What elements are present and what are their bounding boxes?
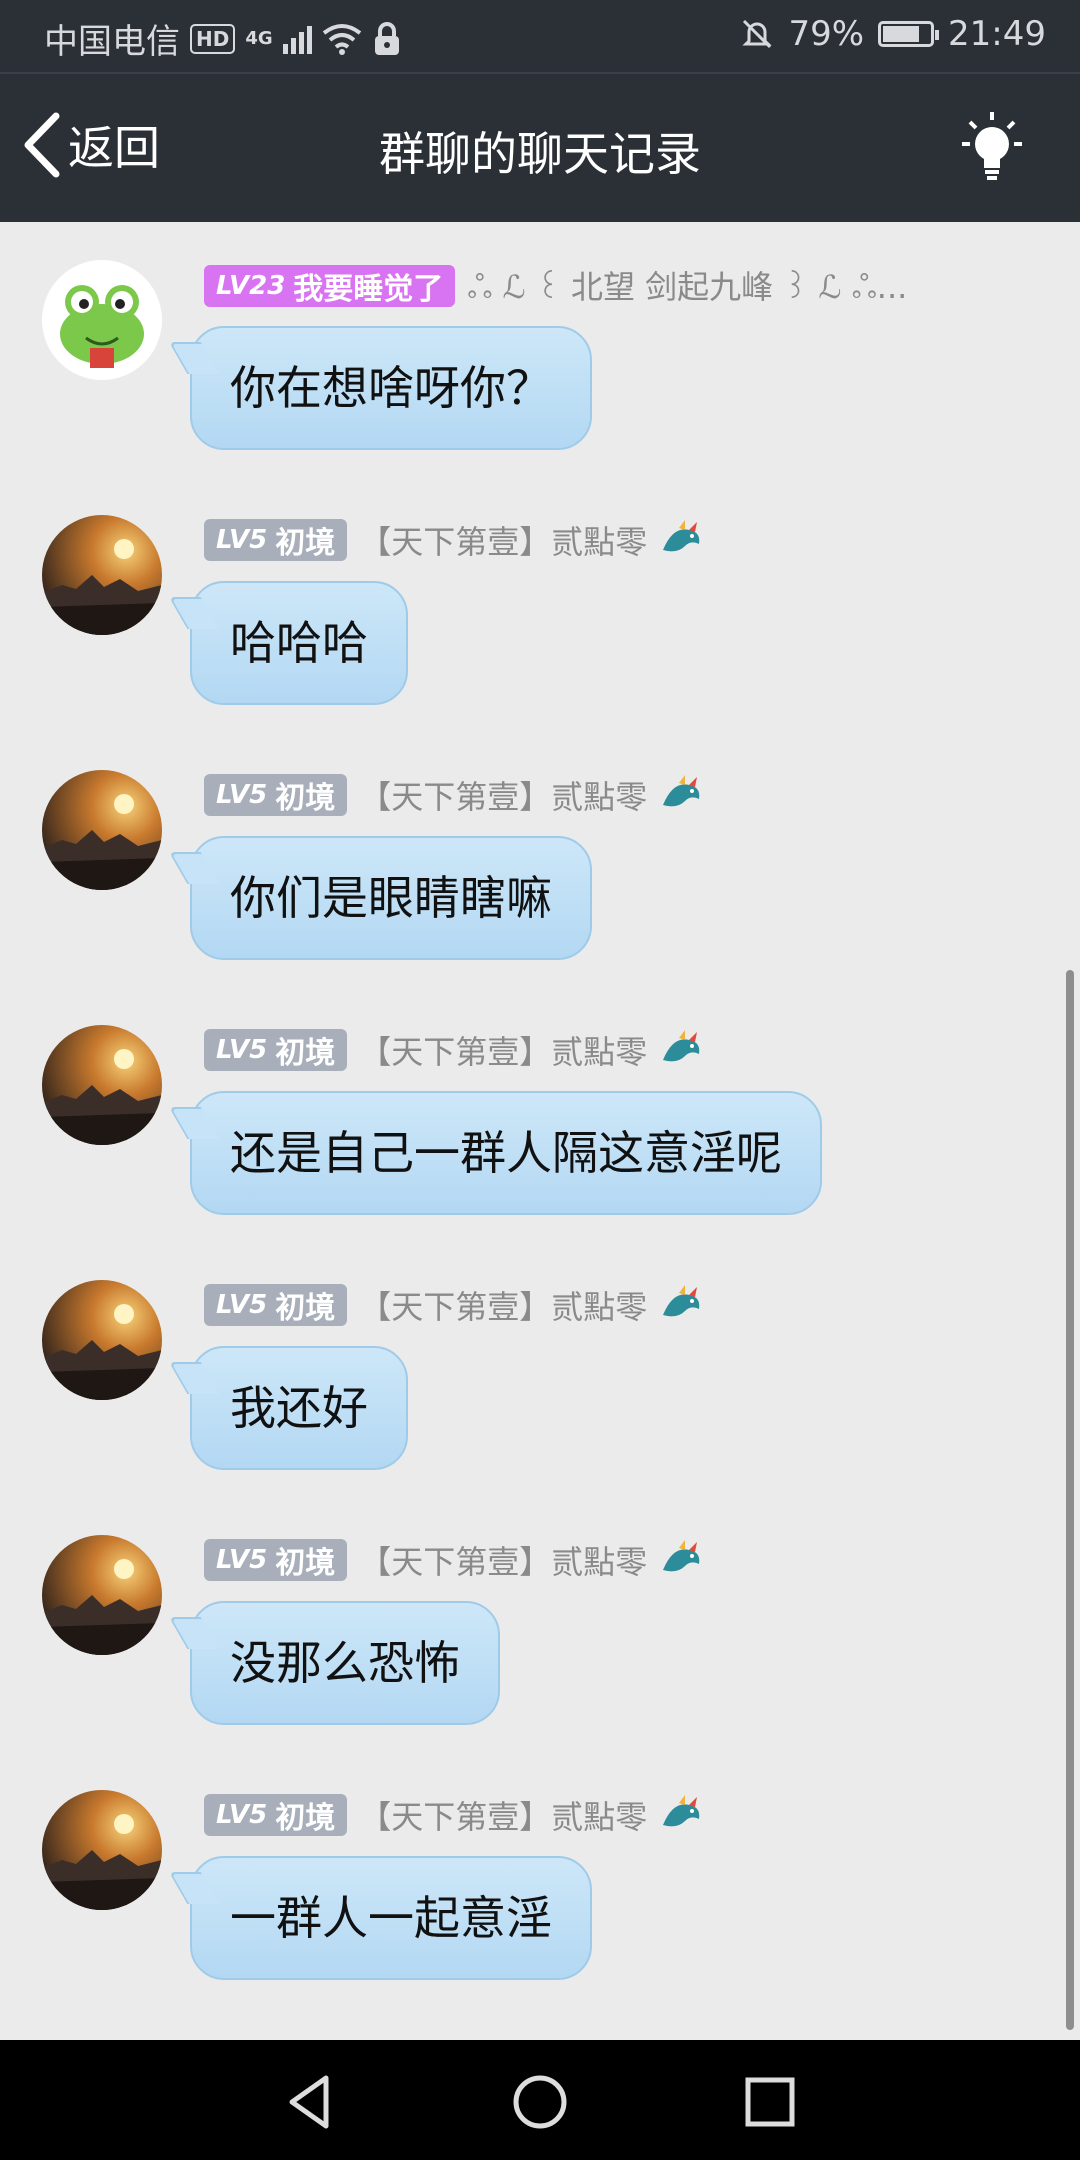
dragon-icon	[663, 1540, 700, 1572]
sunset-avatar[interactable]	[42, 1790, 162, 1910]
level-badge: LV5 初境	[204, 1284, 348, 1326]
sunset-avatar[interactable]	[42, 770, 162, 890]
message-bubble[interactable]: 还是自己一群人隔这意淫呢	[190, 1091, 822, 1215]
message-item: LV5 初境 【天下第壹】贰點零 还是自己一群人隔这意淫呢	[0, 987, 1080, 1227]
home-circle-icon[interactable]	[510, 2072, 570, 2132]
recents-square-icon[interactable]	[740, 2072, 800, 2132]
sender-nickname[interactable]: 【天下第壹】贰點零	[359, 1027, 647, 1073]
wifi-icon	[322, 23, 361, 55]
dragon-icon	[663, 520, 700, 552]
message-item: LV5 初境 【天下第壹】贰點零 哈哈哈	[0, 477, 1080, 717]
scrollbar[interactable]	[1066, 970, 1074, 2030]
sunset-avatar[interactable]	[42, 1025, 162, 1145]
level-badge: LV5 初境	[204, 774, 348, 816]
title-bar: 返回 群聊的聊天记录	[0, 72, 1080, 222]
sender-nickname[interactable]: 【天下第壹】贰點零	[359, 517, 647, 563]
sunset-avatar[interactable]	[42, 1535, 162, 1655]
level-badge: LV5 初境	[204, 1539, 348, 1581]
sender-meta: LV5 初境 【天下第壹】贰點零	[204, 517, 705, 563]
dragon-icon	[663, 1030, 700, 1062]
battery-percent: 79%	[788, 14, 865, 54]
message-item: LV5 初境 【天下第壹】贰點零 我还好	[0, 1242, 1080, 1482]
message-item: LV5 初境 【天下第壹】贰點零 你们是眼睛瞎嘛	[0, 732, 1080, 972]
level-badge: LV5 初境	[204, 1794, 348, 1836]
sender-meta: LV5 初境 【天下第壹】贰點零	[204, 1792, 705, 1838]
level-badge: LV5 初境	[204, 1029, 348, 1071]
network-type: 4G	[245, 28, 273, 49]
sender-nickname[interactable]: 【天下第壹】贰點零	[359, 1282, 647, 1328]
sender-meta: LV5 初境 【天下第壹】贰點零	[204, 772, 705, 818]
sender-nickname[interactable]: ஃ ℒ ꒰ 北望 剑起九峰 ꒱ ℒ ஃ...	[467, 262, 907, 310]
level-badge: LV5 初境	[204, 519, 348, 561]
battery-icon	[878, 21, 940, 47]
carrier-label: 中国电信	[44, 22, 180, 62]
message-item: LV5 初境 【天下第壹】贰點零 一群人一起意淫	[0, 1752, 1080, 1992]
mute-bell-icon	[742, 19, 773, 49]
hd-icon: HD	[190, 23, 236, 54]
sender-meta: LV5 初境 【天下第壹】贰點零	[204, 1537, 705, 1583]
system-nav-bar	[0, 2040, 1080, 2160]
message-bubble[interactable]: 一群人一起意淫	[190, 1856, 592, 1980]
signal-icon	[282, 24, 312, 54]
message-bubble[interactable]: 没那么恐怖	[190, 1601, 500, 1725]
message-bubble[interactable]: 你们是眼睛瞎嘛	[190, 836, 592, 960]
clock: 21:49	[948, 14, 1046, 54]
dragon-icon	[663, 1795, 700, 1827]
message-bubble[interactable]: 你在想啥呀你？	[190, 326, 592, 450]
sender-nickname[interactable]: 【天下第壹】贰點零	[359, 772, 647, 818]
sender-meta: LV5 初境 【天下第壹】贰點零	[204, 1282, 705, 1328]
sender-meta: LV5 初境 【天下第壹】贰點零	[204, 1027, 705, 1073]
dragon-icon	[663, 1285, 700, 1317]
sender-nickname[interactable]: 【天下第壹】贰點零	[359, 1792, 647, 1838]
sender-nickname[interactable]: 【天下第壹】贰點零	[359, 1537, 647, 1583]
lock-icon	[374, 21, 399, 55]
sunset-avatar[interactable]	[42, 1280, 162, 1400]
level-badge: LV23 我要睡觉了	[204, 265, 456, 307]
status-bar: 中国电信 HD 4G 79% 21:49	[0, 0, 1080, 72]
chat-history-list[interactable]: LV23 我要睡觉了 ஃ ℒ ꒰ 北望 剑起九峰 ꒱ ℒ ஃ... 你在想啥呀你？…	[0, 222, 1080, 2040]
message-bubble[interactable]: 哈哈哈	[190, 581, 408, 705]
dragon-icon	[663, 775, 700, 807]
message-item: LV5 初境 【天下第壹】贰點零 没那么恐怖	[0, 1497, 1080, 1737]
message-bubble[interactable]: 我还好	[190, 1346, 408, 1470]
frog-avatar[interactable]	[42, 260, 162, 380]
lightbulb-icon[interactable]	[954, 110, 1030, 190]
message-item: LV23 我要睡觉了 ஃ ℒ ꒰ 北望 剑起九峰 ꒱ ℒ ஃ... 你在想啥呀你？	[0, 222, 1080, 462]
page-title: 群聊的聊天记录	[379, 127, 701, 181]
back-triangle-icon[interactable]	[280, 2072, 340, 2132]
sender-meta: LV23 我要睡觉了 ஃ ℒ ꒰ 北望 剑起九峰 ꒱ ℒ ஃ...	[204, 262, 907, 310]
sunset-avatar[interactable]	[42, 515, 162, 635]
